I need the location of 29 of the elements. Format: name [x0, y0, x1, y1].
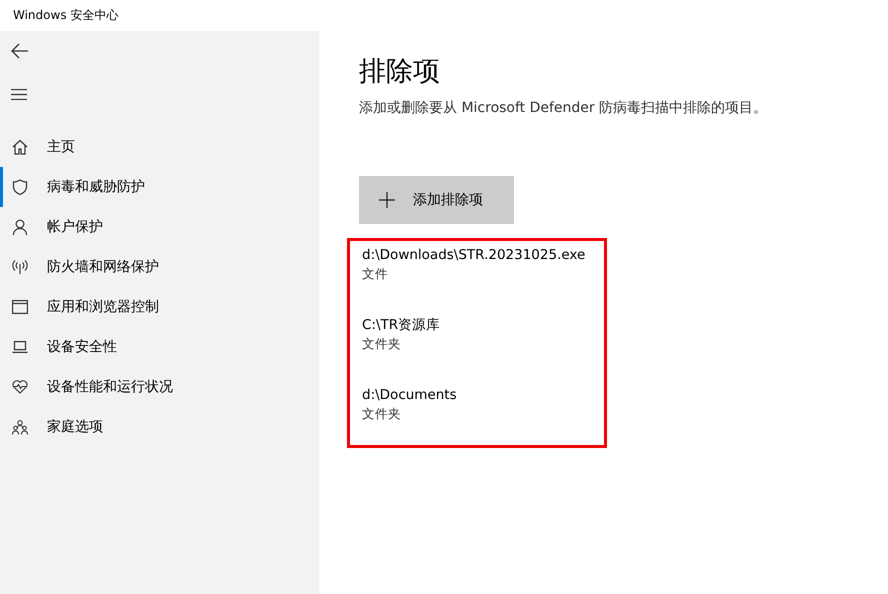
page-title: 排除项 — [359, 55, 440, 89]
add-exclusion-button[interactable]: 添加排除项 — [359, 176, 514, 224]
nav-item[interactable]: 设备安全性 — [0, 327, 319, 367]
menu-icon[interactable] — [11, 89, 27, 100]
nav-item[interactable]: 防火墙和网络保护 — [0, 247, 319, 287]
nav-item[interactable]: 家庭选项 — [0, 407, 319, 447]
antenna-icon — [12, 259, 28, 275]
shield-icon — [12, 179, 28, 195]
window-title: Windows 安全中心 — [13, 7, 118, 24]
nav-item[interactable]: 应用和浏览器控制 — [0, 287, 319, 327]
exclusion-type: 文件 — [362, 265, 388, 283]
home-icon — [12, 139, 28, 155]
browser-window-icon — [12, 300, 28, 314]
nav-item[interactable]: 设备性能和运行状况 — [0, 367, 319, 407]
page-description: 添加或删除要从 Microsoft Defender 防病毒扫描中排除的项目。 — [359, 99, 768, 117]
nav-item[interactable]: 帐户保护 — [0, 207, 319, 247]
heart-pulse-icon — [12, 380, 28, 394]
nav-item[interactable]: 病毒和威胁防护 — [0, 167, 319, 207]
exclusion-type: 文件夹 — [362, 335, 401, 353]
exclusion-path[interactable]: d:\Downloads\STR.20231025.exe — [362, 245, 586, 265]
family-icon — [12, 420, 28, 434]
exclusion-path[interactable]: C:\TR资源库 — [362, 315, 440, 335]
exclusion-type: 文件夹 — [362, 405, 401, 423]
person-icon — [12, 219, 28, 235]
nav-item[interactable]: 主页 — [0, 127, 319, 167]
exclusion-path[interactable]: d:\Documents — [362, 385, 457, 405]
back-icon[interactable] — [11, 43, 29, 59]
plus-icon — [379, 192, 395, 208]
laptop-icon — [12, 341, 28, 353]
